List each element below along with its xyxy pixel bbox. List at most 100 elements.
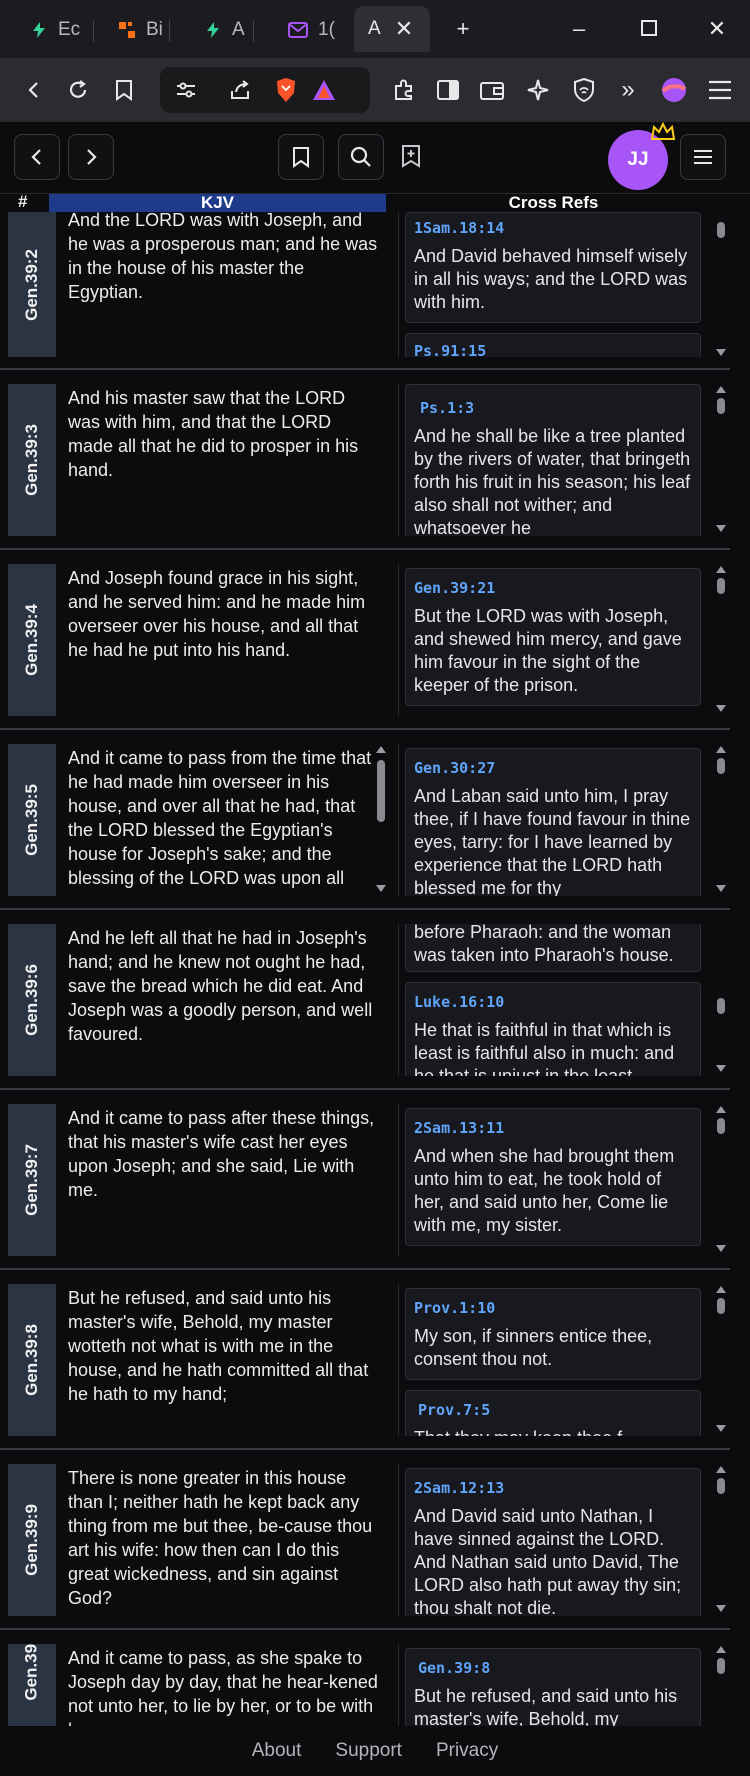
- cross-ref-card[interactable]: 1Sam.18:14 And David behaved himself wis…: [405, 212, 701, 323]
- brave-shield-icon[interactable]: [270, 74, 302, 106]
- leo-ai-icon[interactable]: [522, 74, 554, 106]
- cross-ref-link[interactable]: Gen.39:21: [414, 579, 692, 597]
- verse-row: Gen.39:3 And his master saw that the LOR…: [0, 370, 730, 550]
- verse-reference[interactable]: Gen.39:10: [8, 1644, 56, 1734]
- cross-ref-link[interactable]: Ps.91:15: [414, 342, 692, 357]
- cross-refs-panel[interactable]: Gen.39:21 But the LORD was with Joseph, …: [398, 564, 724, 716]
- next-button[interactable]: [68, 134, 114, 180]
- cross-refs-scrollbar[interactable]: [716, 566, 726, 712]
- browser-tab-3[interactable]: A: [190, 10, 254, 50]
- footer-privacy-link[interactable]: Privacy: [436, 1740, 498, 1762]
- grid-icon: [119, 22, 135, 38]
- cross-ref-card[interactable]: Gen.30:27 And Laban said unto him, I pra…: [405, 748, 701, 896]
- extensions-icon[interactable]: [388, 74, 420, 106]
- cross-refs-panel[interactable]: Gen.30:27 And Laban said unto him, I pra…: [398, 744, 724, 896]
- close-tab-icon[interactable]: ✕: [395, 16, 413, 42]
- cross-ref-link[interactable]: Ps.1:3: [420, 399, 692, 417]
- address-bar[interactable]: [160, 67, 370, 113]
- cross-ref-card[interactable]: 2Sam.13:11 And when she had brought them…: [405, 1108, 701, 1246]
- close-window-icon[interactable]: ✕: [702, 14, 732, 44]
- brave-rewards-icon[interactable]: [308, 74, 340, 106]
- vpn-icon[interactable]: [568, 74, 600, 106]
- add-bookmark-icon[interactable]: [400, 144, 422, 173]
- cross-ref-link[interactable]: 1Sam.18:14: [414, 219, 692, 237]
- cross-ref-card[interactable]: Prov.1:10 My son, if sinners entice thee…: [405, 1288, 701, 1380]
- cross-refs-scrollbar[interactable]: [716, 220, 726, 356]
- cross-refs-scrollbar[interactable]: [716, 1646, 726, 1726]
- cross-refs-panel[interactable]: 2Sam.13:11 And when she had brought them…: [398, 1104, 724, 1256]
- cross-ref-card[interactable]: Prov.7:5 That they may keep thee f: [405, 1390, 701, 1436]
- overflow-chevrons-icon[interactable]: »: [612, 74, 644, 106]
- footer: About Support Privacy: [0, 1726, 750, 1776]
- verse-reference[interactable]: Gen.39:6: [8, 924, 56, 1076]
- verse-reference[interactable]: Gen.39:9: [8, 1464, 56, 1616]
- profile-icon[interactable]: [658, 74, 690, 106]
- tab-label: A: [368, 18, 381, 39]
- cross-refs-scrollbar[interactable]: [716, 1286, 726, 1432]
- verse-reference[interactable]: Gen.39:7: [8, 1104, 56, 1256]
- verse-row: Gen.39:10 And it came to pass, as she sp…: [0, 1630, 730, 1734]
- new-tab-icon[interactable]: +: [448, 14, 478, 44]
- browser-tab-active[interactable]: A ✕: [354, 6, 430, 52]
- verse-text: And he left all that he had in Joseph's …: [68, 928, 373, 1044]
- cross-refs-scrollbar[interactable]: [716, 1106, 726, 1252]
- verse-scrollbar[interactable]: [376, 746, 386, 892]
- browser-tab-4[interactable]: 1(: [274, 10, 342, 50]
- menu-icon[interactable]: [704, 74, 736, 106]
- chevron-left-icon: [31, 149, 41, 165]
- cross-ref-card[interactable]: 2Sam.12:13 And David said unto Nathan, I…: [405, 1468, 701, 1616]
- cross-refs-panel[interactable]: Prov.1:10 My son, if sinners entice thee…: [398, 1284, 724, 1436]
- cross-refs-scrollbar[interactable]: [716, 1466, 726, 1612]
- cross-ref-card[interactable]: Gen.39:21 But the LORD was with Joseph, …: [405, 568, 701, 706]
- site-settings-icon[interactable]: [170, 74, 202, 106]
- column-header-cross-refs[interactable]: Cross Refs: [386, 194, 721, 212]
- back-icon[interactable]: [18, 74, 50, 106]
- cross-ref-link[interactable]: Gen.39:8: [418, 1659, 692, 1677]
- verse-text: And the LORD was with Joseph, and he was…: [68, 210, 378, 302]
- reload-icon[interactable]: [62, 74, 94, 106]
- sidebar-icon[interactable]: [432, 74, 464, 106]
- cross-ref-card-partial[interactable]: before Pharaoh: and the woman was taken …: [405, 924, 701, 972]
- bookmarks-button[interactable]: [278, 134, 324, 180]
- wallet-icon[interactable]: [476, 74, 508, 106]
- bookmark-icon[interactable]: [108, 74, 140, 106]
- cross-ref-link[interactable]: Prov.1:10: [414, 1299, 692, 1317]
- verse-reference[interactable]: Gen.39:8: [8, 1284, 56, 1436]
- minimize-icon[interactable]: –: [564, 14, 594, 44]
- cross-refs-scrollbar[interactable]: [716, 386, 726, 532]
- cross-refs-panel[interactable]: Gen.39:8 But he refused, and said unto h…: [398, 1644, 724, 1734]
- cross-ref-card[interactable]: Ps.1:3 And he shall be like a tree plant…: [405, 384, 701, 536]
- cross-refs-panel[interactable]: Ps.1:3 And he shall be like a tree plant…: [398, 384, 724, 536]
- search-button[interactable]: [338, 134, 384, 180]
- cross-ref-card[interactable]: Ps.91:15: [405, 333, 701, 357]
- verse-reference[interactable]: Gen.39:5: [8, 744, 56, 896]
- cross-refs-scrollbar[interactable]: [716, 746, 726, 892]
- browser-tab-1[interactable]: Ec: [16, 10, 94, 50]
- cross-refs-panel[interactable]: before Pharaoh: and the woman was taken …: [398, 924, 724, 1076]
- verse-reference[interactable]: Gen.39:3: [8, 384, 56, 536]
- menu-button[interactable]: [680, 134, 726, 180]
- cross-ref-link[interactable]: Gen.30:27: [414, 759, 692, 777]
- cross-ref-link[interactable]: 2Sam.12:13: [414, 1479, 692, 1497]
- cross-ref-text: He that is faithful in that which is lea…: [414, 1020, 675, 1076]
- cross-refs-panel[interactable]: 1Sam.18:14 And David behaved himself wis…: [398, 212, 724, 357]
- browser-tab-2[interactable]: Bi: [104, 10, 170, 50]
- tab-label: Ec: [58, 19, 81, 40]
- footer-about-link[interactable]: About: [252, 1740, 302, 1762]
- footer-support-link[interactable]: Support: [335, 1740, 402, 1762]
- cross-ref-card[interactable]: Gen.39:8 But he refused, and said unto h…: [405, 1648, 701, 1734]
- verse-reference[interactable]: Gen.39:4: [8, 564, 56, 716]
- tab-label: Bi: [146, 19, 163, 40]
- app-header: JJ: [0, 122, 750, 194]
- maximize-icon[interactable]: [634, 14, 664, 44]
- cross-refs-panel[interactable]: 2Sam.12:13 And David said unto Nathan, I…: [398, 1464, 724, 1616]
- cross-ref-link[interactable]: Luke.16:10: [414, 993, 692, 1011]
- verse-row: Gen.39:5 And it came to pass from the ti…: [0, 730, 730, 910]
- prev-button[interactable]: [14, 134, 60, 180]
- cross-ref-link[interactable]: Prov.7:5: [418, 1401, 692, 1419]
- cross-refs-scrollbar[interactable]: [716, 926, 726, 1072]
- share-icon[interactable]: [224, 74, 256, 106]
- verse-reference[interactable]: Gen.39:2: [8, 212, 56, 357]
- cross-ref-link[interactable]: 2Sam.13:11: [414, 1119, 692, 1137]
- cross-ref-card[interactable]: Luke.16:10 He that is faithful in that w…: [405, 982, 701, 1076]
